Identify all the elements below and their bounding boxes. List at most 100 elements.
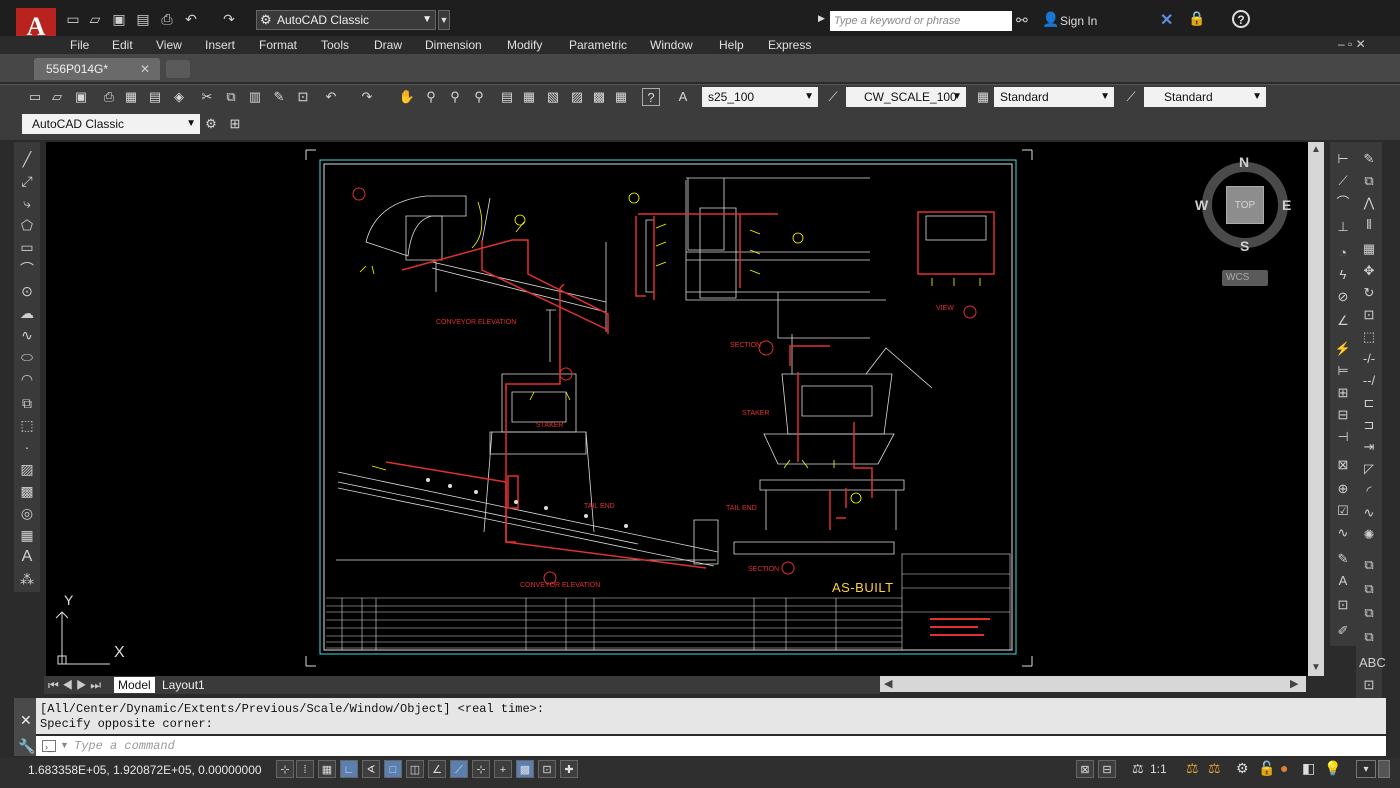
table-style-dropdown[interactable]: Standard ▼: [994, 87, 1114, 107]
menu-dimension[interactable]: Dimension: [425, 36, 482, 54]
sheet-set-icon[interactable]: ▨: [568, 88, 586, 106]
markup-icon[interactable]: ▩: [590, 88, 608, 106]
open-icon[interactable]: ▱: [86, 10, 104, 28]
binoculars-icon[interactable]: ⚯: [1016, 12, 1028, 29]
dynamic-ucs-icon[interactable]: ⟋: [450, 760, 468, 778]
zoom-realtime-icon[interactable]: ⚲: [422, 88, 440, 106]
rectangle-icon[interactable]: ▭: [17, 238, 37, 256]
tab-model[interactable]: Model: [114, 677, 155, 693]
menu-edit[interactable]: Edit: [112, 36, 133, 54]
bring-to-front-icon[interactable]: ⧉: [1359, 580, 1379, 598]
vertical-scrollbar[interactable]: [1308, 142, 1324, 676]
auto-scale-icon[interactable]: ⚖: [1208, 760, 1221, 777]
viewcube-north[interactable]: N: [1239, 154, 1249, 170]
scroll-left-icon[interactable]: ◀: [884, 677, 892, 690]
copy-object-icon[interactable]: ⧉: [1359, 172, 1379, 190]
ellipse-arc-icon[interactable]: ◠: [17, 370, 37, 388]
trim-icon[interactable]: -/-: [1359, 350, 1379, 368]
hatch-icon[interactable]: ▨: [17, 460, 37, 478]
viewcube-east[interactable]: E: [1282, 197, 1291, 213]
text-edit-icon[interactable]: ⊡: [1359, 676, 1379, 694]
match-properties-icon[interactable]: ✎: [270, 88, 288, 106]
break-at-point-icon[interactable]: ⊏: [1359, 394, 1379, 412]
isolate-objects-icon[interactable]: ◧: [1302, 760, 1315, 777]
circle-icon[interactable]: ⊙: [17, 282, 37, 300]
baseline-icon[interactable]: ⊨: [1333, 362, 1353, 380]
horizontal-scrollbar[interactable]: [880, 676, 1306, 692]
lock-icon[interactable]: 🔒: [1188, 10, 1205, 27]
new-icon[interactable]: ▭: [64, 10, 82, 28]
table-icon[interactable]: ▦: [17, 526, 37, 544]
center-mark-icon[interactable]: ⊕: [1333, 480, 1353, 498]
revision-cloud-icon[interactable]: ☁: [17, 304, 37, 322]
model-space-icon[interactable]: ⊠: [1076, 760, 1094, 778]
toolbar-lock-icon[interactable]: ⊞: [226, 115, 244, 133]
close-icon[interactable]: ✕: [20, 712, 32, 729]
spline-icon[interactable]: ∿: [17, 326, 37, 344]
expand-search-icon[interactable]: ▶: [818, 13, 825, 24]
save-icon[interactable]: ▣: [72, 88, 90, 106]
erase-icon[interactable]: ✎: [1359, 150, 1379, 168]
menu-format[interactable]: Format: [259, 36, 297, 54]
menu-file[interactable]: File: [70, 36, 89, 54]
point-icon[interactable]: ·: [17, 438, 37, 456]
multileader-style-dropdown[interactable]: Standard ▼: [1144, 87, 1266, 107]
infer-constraints-icon[interactable]: ⊹: [276, 760, 294, 778]
multileader-style-icon[interactable]: ⟋: [1122, 88, 1140, 106]
layout-icon[interactable]: ⊟: [1098, 760, 1116, 778]
exchange-icon[interactable]: ✕: [1160, 10, 1173, 30]
multiline-text-icon[interactable]: A: [17, 548, 37, 566]
properties-icon[interactable]: ▤: [498, 88, 516, 106]
object-snap-tracking-icon[interactable]: ∠: [428, 760, 446, 778]
customize-quick-access-button[interactable]: ▼: [438, 10, 450, 30]
rotate-icon[interactable]: ↻: [1359, 284, 1379, 302]
fillet-icon[interactable]: ◜: [1359, 482, 1379, 500]
selection-cycling-icon[interactable]: ✚: [560, 760, 578, 778]
quick-properties-icon[interactable]: ⊡: [538, 760, 556, 778]
text-to-front-icon[interactable]: ⧉: [1359, 628, 1379, 646]
move-icon[interactable]: ✥: [1359, 262, 1379, 280]
dimension-text-edit-icon[interactable]: A: [1333, 572, 1353, 590]
blend-curves-icon[interactable]: ∿: [1359, 504, 1379, 522]
tab-layout1[interactable]: Layout1: [162, 677, 205, 693]
window-controls[interactable]: – ▫ ✕: [1338, 37, 1366, 51]
scroll-down-icon[interactable]: ▼: [1308, 660, 1324, 676]
publish-icon[interactable]: ▤: [146, 88, 164, 106]
layout-nav-arrows[interactable]: ⏮ ◀ ▶ ⏭: [48, 677, 101, 693]
hardware-acceleration-icon[interactable]: ●: [1280, 760, 1288, 776]
transparency-icon[interactable]: ▩: [516, 760, 534, 778]
new-icon[interactable]: ▭: [26, 88, 44, 106]
diameter-icon[interactable]: ⊘: [1333, 288, 1353, 306]
zoom-window-icon[interactable]: ⚲: [446, 88, 464, 106]
polar-tracking-icon[interactable]: ∢: [362, 760, 380, 778]
copy-icon[interactable]: ⧉: [222, 88, 240, 106]
block-editor-icon[interactable]: ⊡: [294, 88, 312, 106]
dim-style-dropdown[interactable]: CW_SCALE_100 ▼: [846, 87, 966, 107]
calculator-icon[interactable]: ▦: [612, 88, 630, 106]
menu-draw[interactable]: Draw: [374, 36, 402, 54]
find-replace-icon[interactable]: ABC: [1359, 654, 1386, 672]
add-selected-icon[interactable]: ⁂: [17, 570, 37, 588]
dimension-edit-icon[interactable]: ✎: [1333, 550, 1353, 568]
stretch-icon[interactable]: ⬚: [1359, 328, 1379, 346]
close-icon[interactable]: ✕: [140, 58, 150, 80]
open-icon[interactable]: ▱: [48, 88, 66, 106]
menu-view[interactable]: View: [156, 36, 182, 54]
search-input[interactable]: Type a keyword or phrase: [830, 11, 1012, 31]
menu-window[interactable]: Window: [650, 36, 693, 54]
recent-commands-icon[interactable]: ▼: [60, 740, 69, 750]
aligned-dimension-icon[interactable]: ⟋: [1333, 172, 1353, 190]
dim-style-icon[interactable]: ⟋: [824, 88, 842, 106]
insert-block-icon[interactable]: ⧉: [17, 394, 37, 412]
polyline-icon[interactable]: ⤷: [17, 194, 37, 212]
inspection-icon[interactable]: ☑: [1333, 502, 1353, 520]
undo-icon[interactable]: ↶: [322, 88, 340, 106]
region-icon[interactable]: ◎: [17, 504, 37, 522]
print-icon[interactable]: ⎙: [158, 10, 176, 28]
continue-icon[interactable]: ⊞: [1333, 384, 1353, 402]
tool-palettes-icon[interactable]: ▧: [544, 88, 562, 106]
command-prompt-icon[interactable]: ›_: [42, 740, 56, 752]
array-icon[interactable]: ▦: [1359, 240, 1379, 258]
annotation-visibility-icon[interactable]: ⚖: [1186, 760, 1199, 777]
dimension-update-icon[interactable]: ⊡: [1333, 596, 1353, 614]
